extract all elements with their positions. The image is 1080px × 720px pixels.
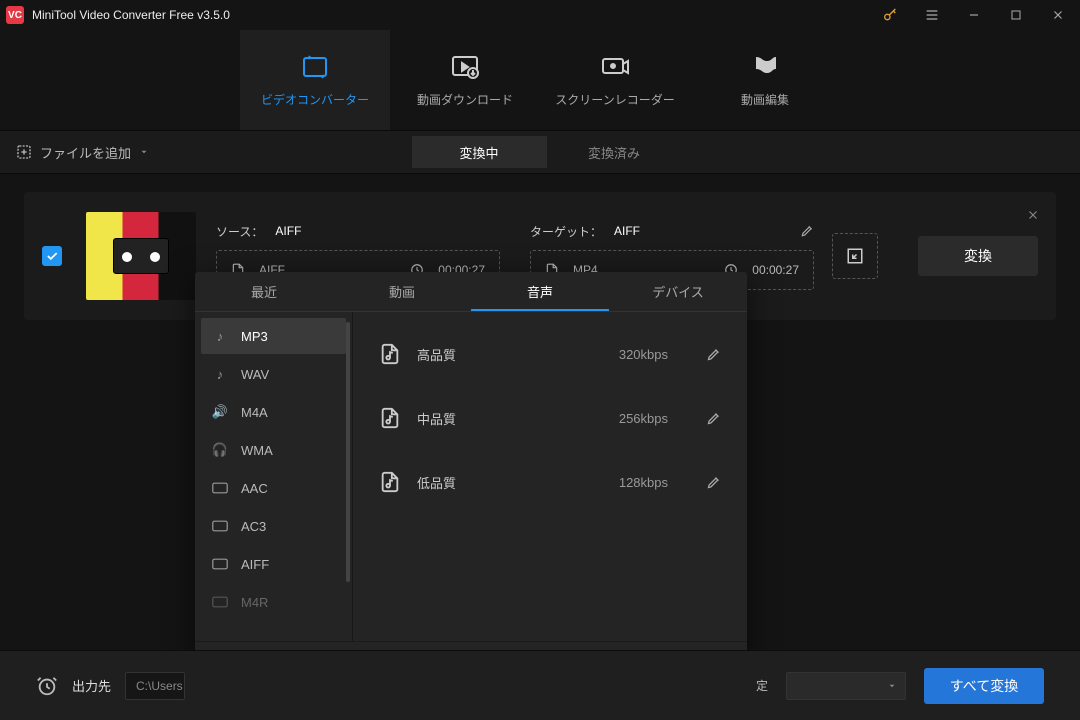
- status-segmented: 変換中 変換済み: [412, 136, 682, 168]
- format-item-m4a[interactable]: 🔊M4A: [201, 394, 346, 430]
- app-title: MiniTool Video Converter Free v3.5.0: [32, 8, 230, 22]
- tab-recorder[interactable]: スクリーンレコーダー: [540, 30, 690, 130]
- panel-tab-audio[interactable]: 音声: [471, 272, 609, 311]
- music-note-icon: ♪: [211, 365, 229, 383]
- menu-icon[interactable]: [916, 1, 948, 29]
- file-music-icon: [379, 407, 401, 429]
- music-note-icon: ♪: [211, 327, 229, 345]
- tab-converter[interactable]: ビデオコンバーター: [240, 30, 390, 130]
- target-label: ターゲット：: [530, 223, 602, 240]
- tab-converter-label: ビデオコンバーター: [261, 91, 369, 108]
- quality-high[interactable]: 高品質 320kbps: [353, 322, 747, 386]
- recorder-icon: [600, 53, 630, 81]
- convert-all-button[interactable]: すべて変換: [924, 668, 1044, 704]
- format-panel: 最近 動画 音声 デバイス ♪MP3 ♪WAV 🔊M4A 🎧WMA AAC AC…: [195, 272, 747, 690]
- main-tabs: ビデオコンバーター 動画ダウンロード スクリーンレコーダー 動画編集: [0, 30, 1080, 130]
- file-music-icon: [379, 343, 401, 365]
- panel-tab-device[interactable]: デバイス: [609, 272, 747, 311]
- expand-target-button[interactable]: [832, 233, 878, 279]
- seg-converting[interactable]: 変換中: [412, 136, 547, 168]
- converter-icon: [300, 53, 330, 81]
- quality-edit-icon[interactable]: [706, 347, 721, 362]
- target-edit-icon[interactable]: [800, 224, 814, 238]
- format-item-wma[interactable]: 🎧WMA: [201, 432, 346, 468]
- alarm-icon[interactable]: [36, 675, 58, 697]
- output-label: 出力先: [72, 676, 111, 695]
- quality-bitrate: 256kbps: [619, 411, 668, 426]
- pref-label: 定: [756, 677, 768, 694]
- scrollbar[interactable]: [346, 322, 350, 582]
- format-item-wav[interactable]: ♪WAV: [201, 356, 346, 392]
- quality-bitrate: 128kbps: [619, 475, 668, 490]
- chevron-down-icon: [139, 147, 149, 157]
- aac-icon: [211, 479, 229, 497]
- quality-low[interactable]: 低品質 128kbps: [353, 450, 747, 514]
- source-label: ソース：: [216, 223, 263, 240]
- remove-file-button[interactable]: [1026, 208, 1040, 222]
- convert-button[interactable]: 変換: [918, 236, 1038, 276]
- format-item-aac[interactable]: AAC: [201, 470, 346, 506]
- quality-medium[interactable]: 中品質 256kbps: [353, 386, 747, 450]
- speaker-icon: 🔊: [211, 403, 229, 421]
- tab-editor-label: 動画編集: [741, 91, 789, 108]
- bottom-bar: 出力先 C:\Users 定 すべて変換: [0, 650, 1080, 720]
- output-path-field[interactable]: C:\Users: [125, 672, 185, 700]
- maximize-button[interactable]: [1000, 1, 1032, 29]
- target-duration: 00:00:27: [752, 263, 799, 277]
- add-file-button[interactable]: ファイルを追加: [16, 143, 149, 162]
- download-icon: [450, 53, 480, 81]
- headphones-icon: 🎧: [211, 441, 229, 459]
- sub-toolbar: ファイルを追加 変換中 変換済み: [0, 130, 1080, 174]
- tab-download-label: 動画ダウンロード: [417, 91, 513, 108]
- tab-editor[interactable]: 動画編集: [690, 30, 840, 130]
- file-music-icon: [379, 471, 401, 493]
- m4r-icon: [211, 593, 229, 611]
- panel-tab-recent[interactable]: 最近: [195, 272, 333, 311]
- quality-edit-icon[interactable]: [706, 411, 721, 426]
- format-item-m4r[interactable]: M4R: [201, 584, 346, 620]
- format-list[interactable]: ♪MP3 ♪WAV 🔊M4A 🎧WMA AAC AC3 AIFF M4R: [195, 312, 353, 641]
- editor-icon: [752, 53, 778, 81]
- quality-bitrate: 320kbps: [619, 347, 668, 362]
- app-logo: VC: [6, 6, 24, 24]
- quality-label: 低品質: [417, 473, 456, 492]
- quality-edit-icon[interactable]: [706, 475, 721, 490]
- panel-tab-video[interactable]: 動画: [333, 272, 471, 311]
- file-checkbox[interactable]: [42, 246, 62, 266]
- quality-label: 高品質: [417, 345, 456, 364]
- minimize-button[interactable]: [958, 1, 990, 29]
- pref-select[interactable]: [786, 672, 906, 700]
- ac3-icon: [211, 517, 229, 535]
- aiff-icon: [211, 555, 229, 573]
- tab-recorder-label: スクリーンレコーダー: [555, 91, 674, 108]
- seg-converted[interactable]: 変換済み: [547, 136, 682, 168]
- titlebar: VC MiniTool Video Converter Free v3.5.0: [0, 0, 1080, 30]
- format-item-aiff[interactable]: AIFF: [201, 546, 346, 582]
- tab-download[interactable]: 動画ダウンロード: [390, 30, 540, 130]
- format-item-mp3[interactable]: ♪MP3: [201, 318, 346, 354]
- close-button[interactable]: [1042, 1, 1074, 29]
- chevron-down-icon: [887, 681, 897, 691]
- output-path-text: C:\Users: [136, 679, 183, 693]
- add-file-icon: [16, 144, 32, 160]
- quality-list: 高品質 320kbps 中品質 256kbps 低品質 128kbps: [353, 312, 747, 641]
- key-icon[interactable]: [874, 1, 906, 29]
- file-thumbnail: [86, 212, 196, 300]
- format-item-ac3[interactable]: AC3: [201, 508, 346, 544]
- add-file-label: ファイルを追加: [40, 143, 131, 162]
- target-format: AIFF: [614, 224, 640, 238]
- quality-label: 中品質: [417, 409, 456, 428]
- source-format: AIFF: [275, 224, 301, 238]
